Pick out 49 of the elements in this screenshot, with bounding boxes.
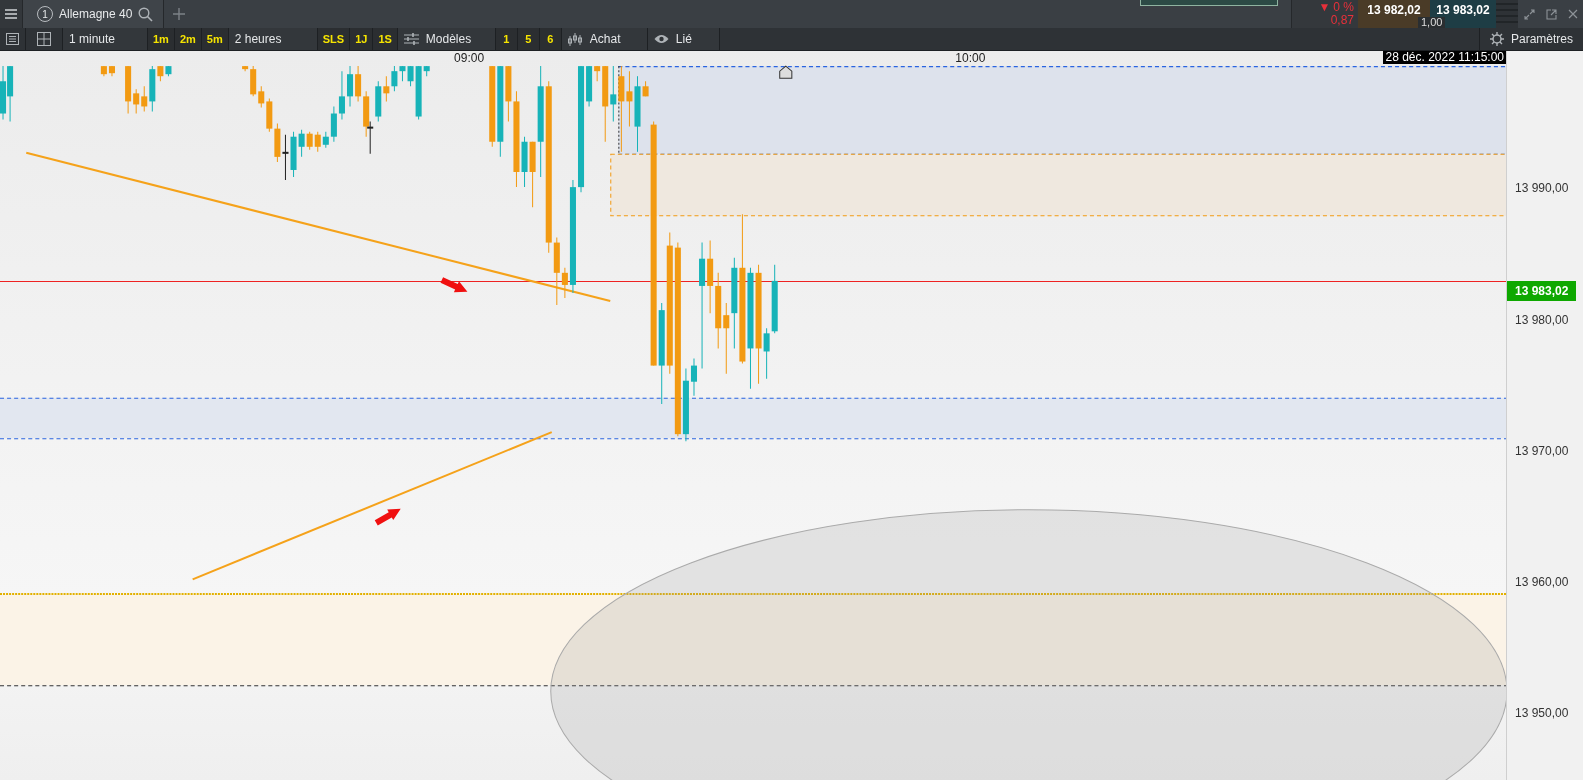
- settings-icon: [1489, 32, 1504, 46]
- price-axis-label: 13 980,00: [1515, 312, 1569, 327]
- candles-icon: [567, 32, 583, 46]
- price-axis-label: 13 970,00: [1515, 443, 1569, 458]
- grid-icon: [37, 32, 51, 46]
- instrument-name: Allemagne 40: [59, 7, 133, 21]
- settings-label: Paramètres: [1510, 32, 1573, 46]
- cursor-time-label: 28 déc. 2022 11:15:00: [1383, 51, 1506, 64]
- time-axis-label: 09:00: [454, 51, 485, 65]
- interval-button[interactable]: 5m: [201, 28, 229, 50]
- interval-dropdown[interactable]: 1 minute: [63, 28, 148, 50]
- spread-badge: 1,00: [1418, 17, 1446, 28]
- eye-icon: [653, 34, 669, 44]
- house-marker-icon: [779, 65, 793, 79]
- link-label: Lié: [675, 32, 692, 46]
- layout-number-button[interactable]: 6: [539, 28, 562, 50]
- period-button[interactable]: 1J: [350, 28, 374, 50]
- period-dropdown[interactable]: 2 heures: [228, 28, 318, 50]
- period-button[interactable]: SLS: [317, 28, 351, 50]
- popout-icon[interactable]: [1546, 8, 1557, 20]
- order-label: Achat: [589, 32, 621, 46]
- change-value: 0,87: [1330, 14, 1354, 27]
- link-button[interactable]: Lié: [647, 28, 720, 50]
- expand-icon[interactable]: [1524, 8, 1535, 20]
- price-axis-label: 13 950,00: [1515, 706, 1569, 721]
- close-icon[interactable]: [1568, 9, 1578, 19]
- period-button[interactable]: 1S: [373, 28, 398, 50]
- templates-button[interactable]: Modèles: [397, 28, 496, 50]
- arrow-icon: [440, 277, 468, 293]
- list-icon: [6, 33, 19, 45]
- interval-button[interactable]: 1m: [148, 28, 175, 50]
- interval-button[interactable]: 2m: [174, 28, 202, 50]
- search-icon[interactable]: [138, 6, 154, 22]
- sliders-icon: [403, 33, 419, 45]
- price-axis-label: 13 960,00: [1515, 575, 1569, 590]
- layout-number-button[interactable]: 5: [517, 28, 540, 50]
- menu-button[interactable]: [0, 0, 23, 28]
- instrument-tab[interactable]: 1 Allemagne 40: [23, 0, 165, 28]
- arrow-icon: [374, 508, 401, 526]
- price-axis-label: 13 990,00: [1515, 181, 1569, 196]
- menu-icon: [5, 9, 17, 19]
- templates-label: Modèles: [425, 32, 472, 46]
- change-percent: 0 %: [1333, 1, 1354, 14]
- down-arrow-icon: ▼: [1318, 1, 1331, 14]
- order-button[interactable]: Achat: [561, 28, 648, 50]
- add-tab-icon[interactable]: [173, 8, 186, 20]
- last-price-badge: 13 983,02: [1507, 281, 1577, 301]
- time-axis-label: 10:00: [955, 51, 986, 65]
- layout-number-button[interactable]: 1: [495, 28, 518, 50]
